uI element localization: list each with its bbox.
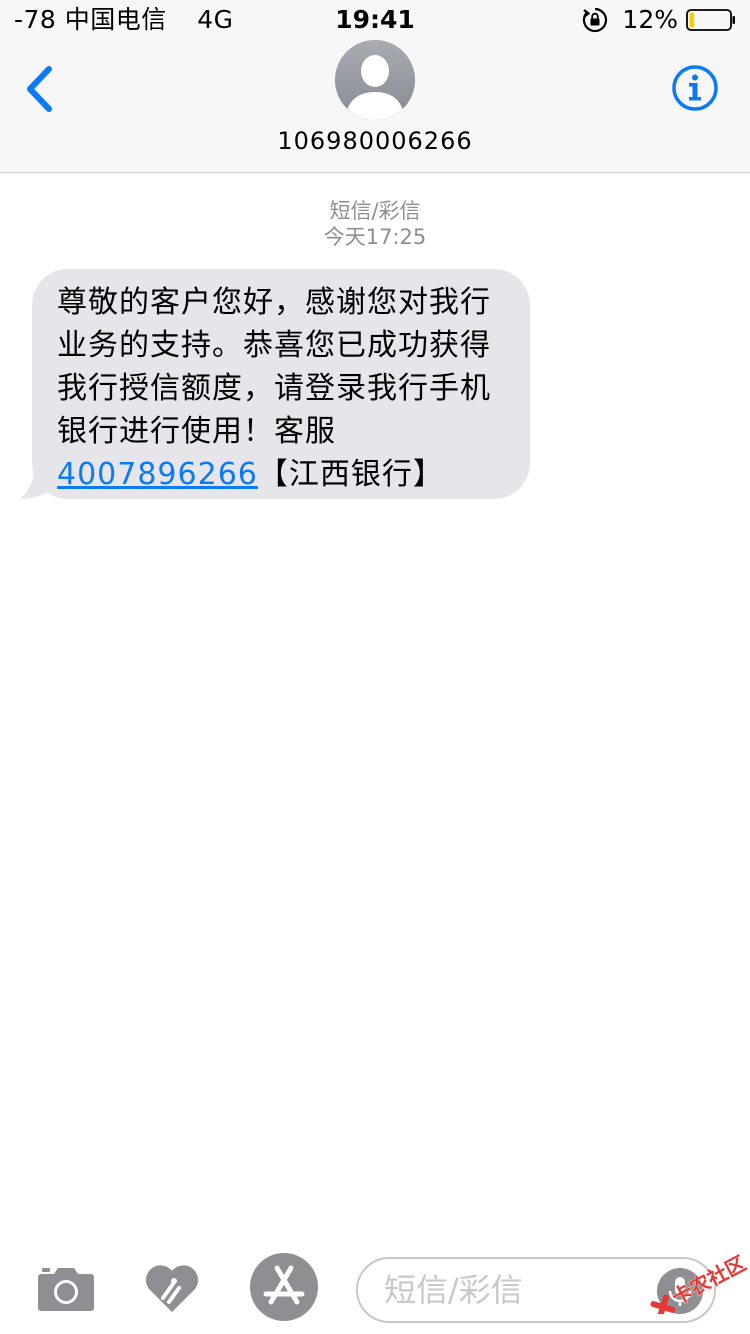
phone-link[interactable]: 4007896266 — [57, 457, 258, 492]
info-icon[interactable] — [671, 64, 719, 112]
message-body: 尊敬的客户您好，感谢您对我行业务的支持。恭喜您已成功获得我行授信额度，请登录我行… — [57, 285, 491, 449]
battery-icon — [686, 9, 735, 31]
message-input-placeholder: 短信/彩信 — [384, 1271, 523, 1309]
person-avatar-icon — [335, 40, 415, 120]
nav-bar: 106980006266 — [0, 40, 750, 172]
camera-icon[interactable] — [37, 1264, 95, 1312]
chevron-left-icon[interactable] — [20, 64, 60, 114]
rotation-lock-icon — [583, 7, 608, 33]
contact-avatar[interactable] — [335, 40, 415, 120]
contact-number[interactable]: 106980006266 — [0, 126, 750, 156]
top-bar: -78 中国电信 4G 19:41 12% 106980006266 — [0, 0, 750, 173]
bank-signature: 【江西银行】 — [257, 457, 444, 492]
digital-touch-icon[interactable] — [143, 1262, 201, 1314]
svg-text:卡农社区: 卡农社区 — [668, 1251, 750, 1310]
message-type-label: 短信/彩信 — [329, 199, 421, 223]
status-bar: -78 中国电信 4G 19:41 12% — [0, 0, 750, 40]
input-bar: 短信/彩信 — [0, 1244, 750, 1334]
battery-percent: 12% — [622, 5, 678, 34]
status-right: 12% — [582, 4, 736, 36]
message-text: 尊敬的客户您好，感谢您对我行业务的支持。恭喜您已成功获得我行授信额度，请登录我行… — [57, 281, 517, 496]
message-timestamp: 今天17:25 — [323, 225, 427, 249]
community-watermark-logo: 卡农社区 — [650, 1251, 750, 1314]
app-store-icon[interactable] — [249, 1252, 319, 1322]
